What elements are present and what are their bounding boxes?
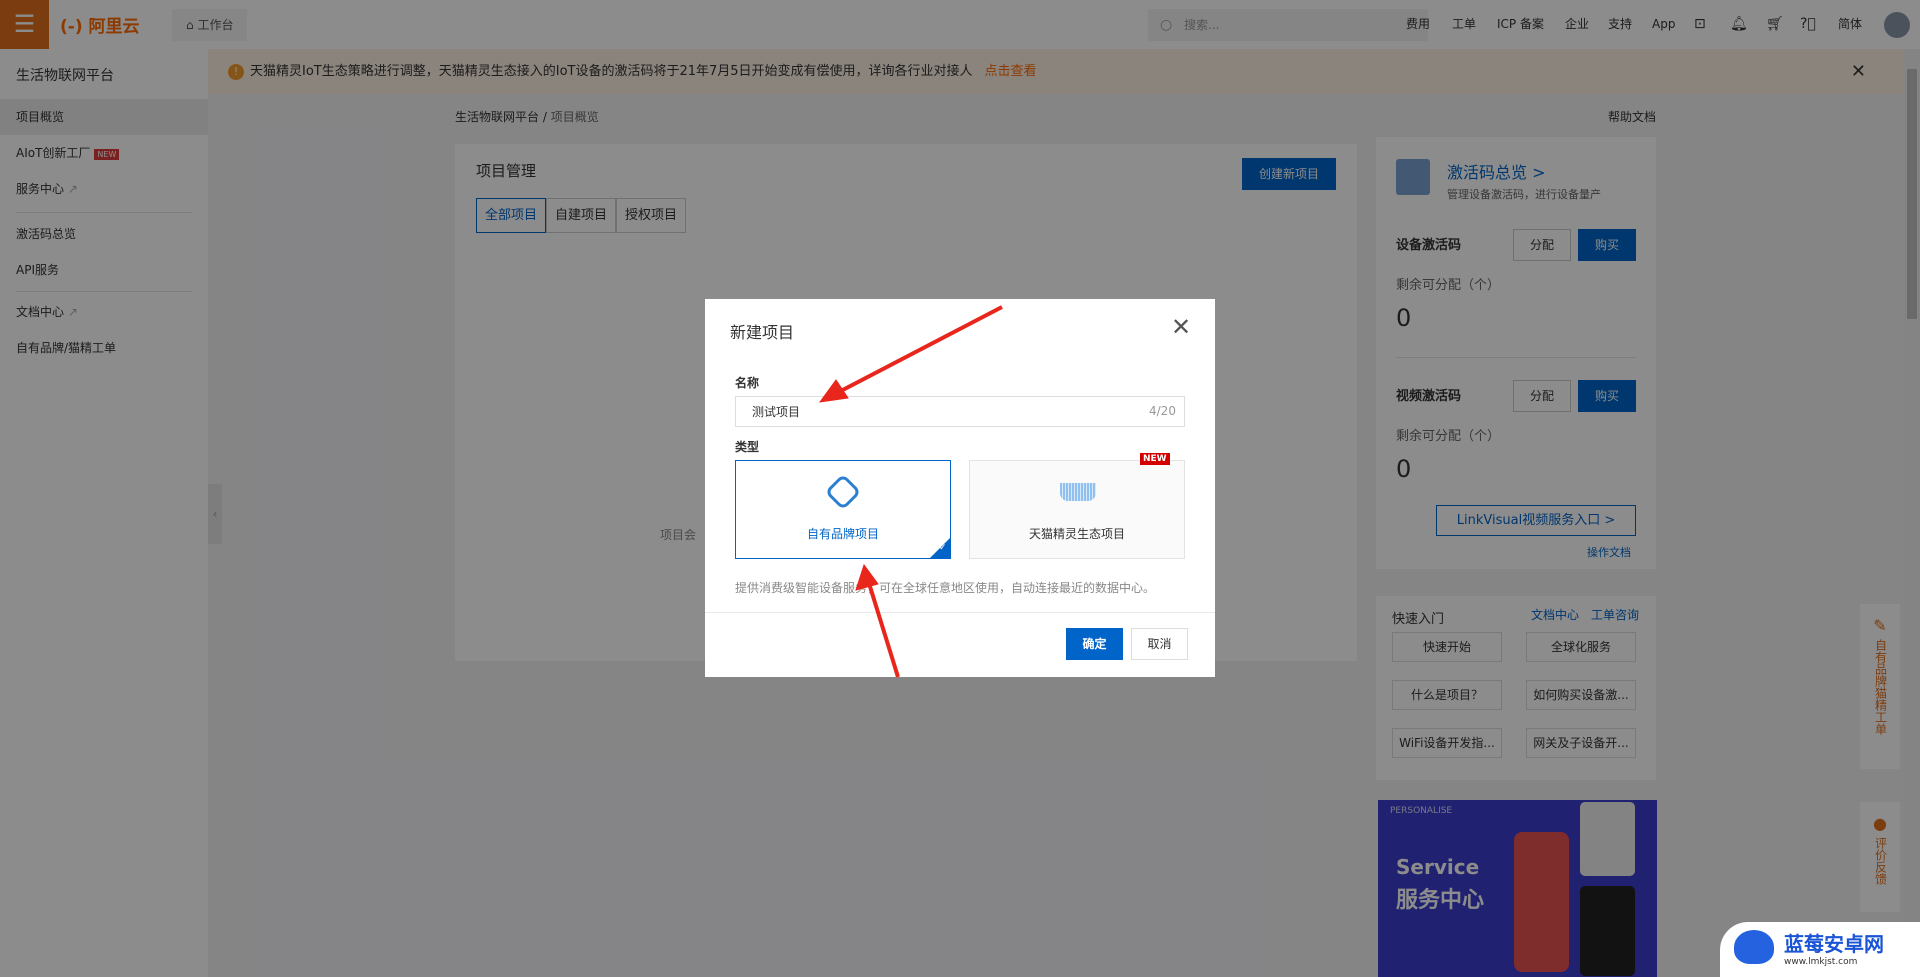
- dialog-title: 新建项目: [730, 323, 795, 342]
- tmall-genie-icon: [1060, 483, 1096, 501]
- type-label-text: 天猫精灵生态项目: [1028, 527, 1125, 541]
- divider: [705, 612, 1215, 613]
- type-label-text: 自有品牌项目: [806, 527, 879, 541]
- type-label: 类型: [735, 440, 760, 454]
- type-tmall-genie[interactable]: 天猫精灵生态项目 NEW: [969, 453, 1185, 559]
- watermark-url: www.lmkjst.com: [1784, 957, 1858, 967]
- checkmark-icon: ✓: [930, 538, 950, 558]
- watermark-logo: 蓝莓安卓网 www.lmkjst.com: [1720, 922, 1920, 977]
- new-project-dialog: 新建项目 ✕ 名称 4/20 类型 自有品牌项目 ✓ 天猫精灵生态项目 NEW …: [705, 299, 1215, 677]
- type-description: 提供消费级智能设备服务，可在全球任意地区使用，自动连接最近的数据中心。: [735, 581, 1156, 595]
- close-icon[interactable]: ✕: [1171, 313, 1191, 341]
- confirm-button[interactable]: 确定: [1066, 628, 1123, 660]
- brand-project-icon: [824, 473, 862, 511]
- cancel-button[interactable]: 取消: [1131, 628, 1188, 660]
- char-counter: 4/20: [1149, 404, 1176, 418]
- project-name-input[interactable]: [735, 396, 1185, 427]
- android-robot-icon: [1734, 930, 1774, 964]
- watermark-name: 蓝莓安卓网: [1784, 932, 1884, 956]
- type-own-brand[interactable]: 自有品牌项目 ✓: [735, 460, 951, 559]
- name-label: 名称: [735, 376, 760, 390]
- new-badge: NEW: [1140, 453, 1170, 465]
